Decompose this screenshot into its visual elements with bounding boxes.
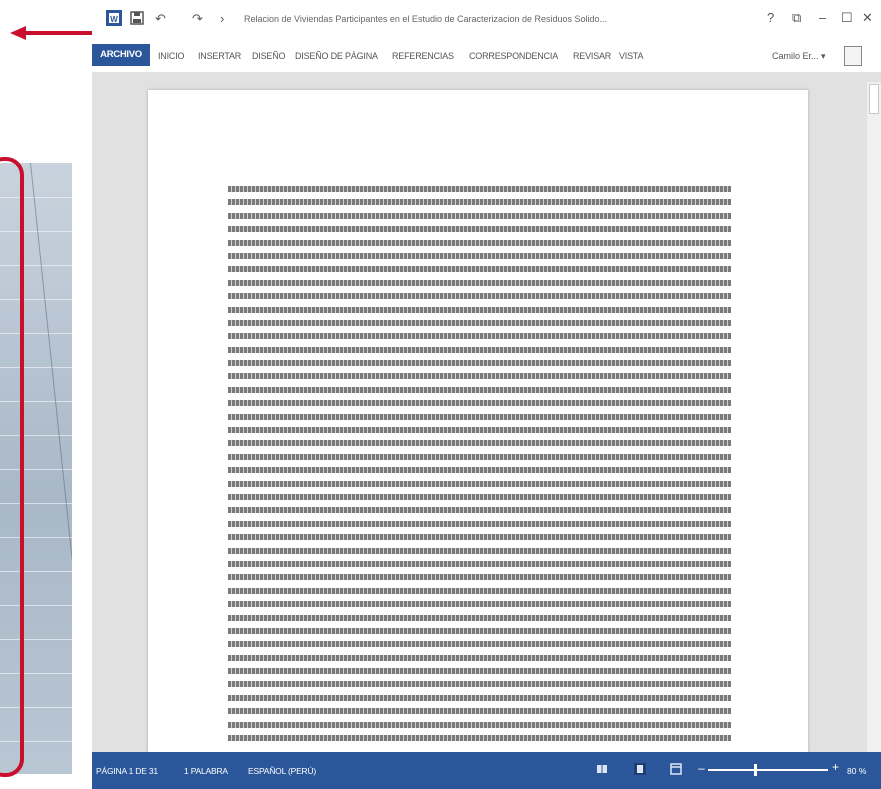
close-icon[interactable]: ✕ [862,11,873,25]
tab-archivo[interactable]: ARCHIVO [92,44,150,66]
text-line[interactable] [228,346,731,353]
tab-revisar[interactable]: REVISAR [573,51,611,61]
document-text-block[interactable] [228,186,731,748]
zoom-in-button[interactable]: + [832,760,839,774]
red-arrow-icon [10,26,105,40]
text-line[interactable] [228,199,731,206]
text-line[interactable] [228,708,731,715]
text-line[interactable] [228,239,731,246]
text-line[interactable] [228,641,731,648]
text-line[interactable] [228,386,731,393]
text-line[interactable] [228,373,731,380]
text-line[interactable] [228,427,731,434]
text-line[interactable] [228,493,731,500]
document-workspace [92,72,881,752]
text-line[interactable] [228,212,731,219]
text-line[interactable] [228,520,731,527]
undo-icon[interactable]: ↶ [155,12,166,26]
document-page[interactable] [148,90,808,752]
user-account-name[interactable]: Camilo Er... ▾ [772,51,826,62]
tab-diseno-de-pagina[interactable]: DISEÑO DE PÁGINA [295,51,378,61]
ribbon-display-options-icon[interactable]: ⧉ [792,11,801,25]
status-bar: PÁGINA 1 DE 31 1 PALABRA ESPAÑOL (PERÚ) … [92,752,881,789]
text-line[interactable] [228,654,731,661]
zoom-slider-thumb[interactable] [754,764,757,776]
help-icon[interactable]: ? [767,11,774,25]
text-line[interactable] [228,480,731,487]
maximize-icon[interactable]: ☐ [841,11,853,25]
text-line[interactable] [228,694,731,701]
avatar[interactable] [844,46,862,66]
text-line[interactable] [228,293,731,300]
page-count-status[interactable]: PÁGINA 1 DE 31 [96,766,158,776]
text-line[interactable] [228,507,731,514]
text-line[interactable] [228,453,731,460]
text-line[interactable] [228,735,731,742]
zoom-level[interactable]: 80 % [847,766,866,776]
tab-inicio[interactable]: INICIO [158,51,185,61]
text-line[interactable] [228,186,731,192]
text-line[interactable] [228,681,731,688]
text-line[interactable] [228,547,731,554]
text-line[interactable] [228,252,731,259]
text-line[interactable] [228,534,731,541]
customize-quick-access-icon[interactable]: › [220,12,224,26]
ribbon-tabs: ARCHIVO INICIO INSERTAR DISEÑO DISEÑO DE… [92,38,881,72]
text-line[interactable] [228,226,731,233]
text-line[interactable] [228,266,731,273]
read-mode-icon[interactable] [596,763,608,775]
print-layout-icon[interactable] [634,763,646,775]
red-highlight-frame [0,157,24,777]
left-background-panel [0,0,105,789]
text-line[interactable] [228,560,731,567]
zoom-slider[interactable] [708,764,828,776]
title-bar: W ↶ ↷ › Relacion de Viviendas Participan… [92,0,881,38]
text-line[interactable] [228,467,731,474]
web-layout-icon[interactable] [670,763,682,775]
word-count-status[interactable]: 1 PALABRA [184,766,228,776]
redo-icon[interactable]: ↷ [192,12,203,26]
save-icon[interactable] [130,11,144,25]
svg-text:W: W [110,15,118,24]
minimize-icon[interactable]: – [819,11,826,25]
text-line[interactable] [228,319,731,326]
tab-referencias[interactable]: REFERENCIAS [392,51,454,61]
text-line[interactable] [228,440,731,447]
text-line[interactable] [228,587,731,594]
tab-correspondencia[interactable]: CORRESPONDENCIA [469,51,558,61]
text-line[interactable] [228,627,731,634]
zoom-out-button[interactable]: – [698,761,705,775]
text-line[interactable] [228,668,731,675]
tab-diseno[interactable]: DISEÑO [252,51,286,61]
text-line[interactable] [228,574,731,581]
text-line[interactable] [228,333,731,340]
vertical-scrollbar[interactable] [867,82,881,752]
text-line[interactable] [228,413,731,420]
text-line[interactable] [228,721,731,728]
document-title: Relacion de Viviendas Participantes en e… [244,14,608,24]
text-line[interactable] [228,279,731,286]
word-app-icon[interactable]: W [106,10,122,26]
text-line[interactable] [228,614,731,621]
text-line[interactable] [228,306,731,313]
tab-insertar[interactable]: INSERTAR [198,51,241,61]
text-line[interactable] [228,360,731,367]
language-status[interactable]: ESPAÑOL (PERÚ) [248,766,316,776]
scrollbar-thumb[interactable] [869,84,879,114]
text-line[interactable] [228,400,731,407]
text-line[interactable] [228,601,731,608]
tab-vista[interactable]: VISTA [619,51,644,61]
